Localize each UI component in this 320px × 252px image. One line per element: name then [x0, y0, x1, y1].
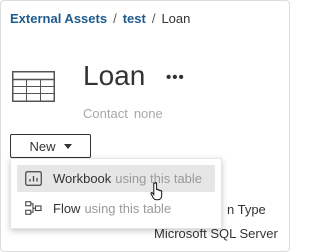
flow-icon: [25, 201, 42, 215]
new-menu: Workbook using this table Flow using thi…: [10, 158, 222, 229]
menu-item-flow-label: Flow: [53, 201, 81, 216]
breadcrumb-current: Loan: [161, 11, 191, 26]
new-button-label: New: [29, 138, 56, 154]
new-button[interactable]: New: [10, 134, 91, 158]
contact-label: Contact: [83, 106, 128, 121]
contact-value: none: [133, 106, 163, 121]
breadcrumb-separator: /: [151, 11, 156, 26]
menu-item-workbook-label: Workbook: [53, 171, 112, 186]
more-actions-button[interactable]: •••: [166, 70, 185, 85]
breadcrumb-separator: /: [113, 11, 117, 26]
table-icon: [12, 71, 55, 102]
breadcrumb: External Assets / test / Loan: [10, 11, 190, 27]
menu-item-workbook-suffix: using this table: [115, 171, 203, 186]
asset-page: External Assets / test / Loan Loan ••• C…: [0, 0, 290, 252]
contact-row: Contact none: [83, 106, 163, 122]
connection-type-label: n Type: [227, 202, 266, 217]
page-title: Loan: [83, 60, 146, 91]
breadcrumb-test[interactable]: test: [123, 11, 146, 27]
breadcrumb-external-assets[interactable]: External Assets: [10, 11, 107, 27]
workbook-icon: [25, 171, 42, 186]
caret-down-icon: [63, 144, 72, 149]
menu-item-flow-suffix: using this table: [84, 201, 172, 216]
menu-item-flow[interactable]: Flow using this table: [17, 195, 215, 222]
menu-item-workbook[interactable]: Workbook using this table: [17, 165, 215, 192]
